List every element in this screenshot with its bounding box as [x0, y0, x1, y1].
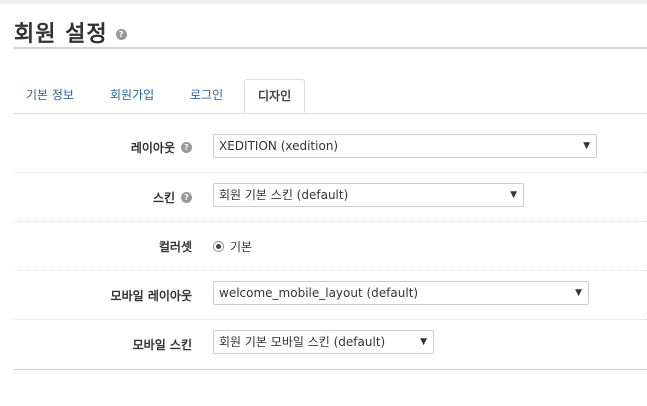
top-strip: [0, 0, 647, 4]
mobile-skin-row: 모바일 스킨 회원 기본 모바일 스킨 (default) ▼: [14, 319, 647, 368]
dropdown-arrow-icon: ▼: [420, 337, 427, 347]
question-circle-icon[interactable]: ?: [115, 28, 127, 40]
layout-select[interactable]: XEDITION (xedition) ▼: [213, 134, 597, 158]
title-row: 회원 설정 ?: [14, 16, 127, 48]
layout-label-group: 레이아웃 ?: [131, 139, 192, 156]
skin-label: 스킨: [152, 191, 175, 205]
tab-design[interactable]: 디자인: [244, 79, 306, 113]
tab-basic-info[interactable]: 기본 정보: [26, 79, 74, 112]
colorset-label-group: 컬러셋: [159, 238, 192, 255]
colorset-row: 컬러셋 기본: [14, 221, 647, 271]
layout-label: 레이아웃: [130, 141, 175, 155]
mobile-layout-select-value: welcome_mobile_layout (default): [219, 286, 419, 300]
question-circle-icon[interactable]: ?: [181, 142, 192, 153]
colorset-option-label: 기본: [230, 240, 253, 254]
mobile-layout-row: 모바일 레이아웃 welcome_mobile_layout (default)…: [14, 270, 647, 320]
mobile-skin-label-group: 모바일 스킨: [133, 336, 192, 353]
layout-select-value: XEDITION (xedition): [219, 139, 339, 153]
layout-row: 레이아웃 ? XEDITION (xedition) ▼: [14, 122, 647, 173]
tab-login[interactable]: 로그인: [190, 79, 223, 112]
title-divider: [14, 47, 647, 49]
page-title: 회원 설정: [14, 22, 108, 47]
mobile-skin-select[interactable]: 회원 기본 모바일 스킨 (default) ▼: [213, 330, 434, 354]
skin-row: 스킨 ? 회원 기본 스킨 (default) ▼: [14, 172, 647, 222]
tab-bar: 기본 정보 회원가입 로그인 디자인: [14, 79, 647, 114]
mobile-layout-select[interactable]: welcome_mobile_layout (default) ▼: [213, 281, 589, 305]
dropdown-arrow-icon: ▼: [510, 190, 517, 200]
skin-select-value: 회원 기본 스킨 (default): [219, 188, 349, 202]
colorset-option[interactable]: 기본: [213, 238, 252, 255]
dropdown-arrow-icon: ▼: [583, 141, 590, 151]
dropdown-arrow-icon: ▼: [575, 288, 582, 298]
question-circle-icon[interactable]: ?: [181, 192, 192, 203]
colorset-radio[interactable]: [213, 241, 224, 252]
tab-signup[interactable]: 회원가입: [110, 79, 154, 112]
mobile-skin-select-value: 회원 기본 모바일 스킨 (default): [219, 335, 386, 349]
skin-label-group: 스킨 ?: [153, 189, 192, 206]
mobile-layout-label-group: 모바일 레이아웃: [111, 287, 192, 304]
form-bottom-divider: [14, 369, 647, 370]
mobile-skin-label: 모바일 스킨: [132, 338, 192, 352]
mobile-layout-label: 모바일 레이아웃: [110, 289, 192, 303]
skin-select[interactable]: 회원 기본 스킨 (default) ▼: [213, 183, 524, 207]
colorset-label: 컬러셋: [158, 240, 192, 254]
